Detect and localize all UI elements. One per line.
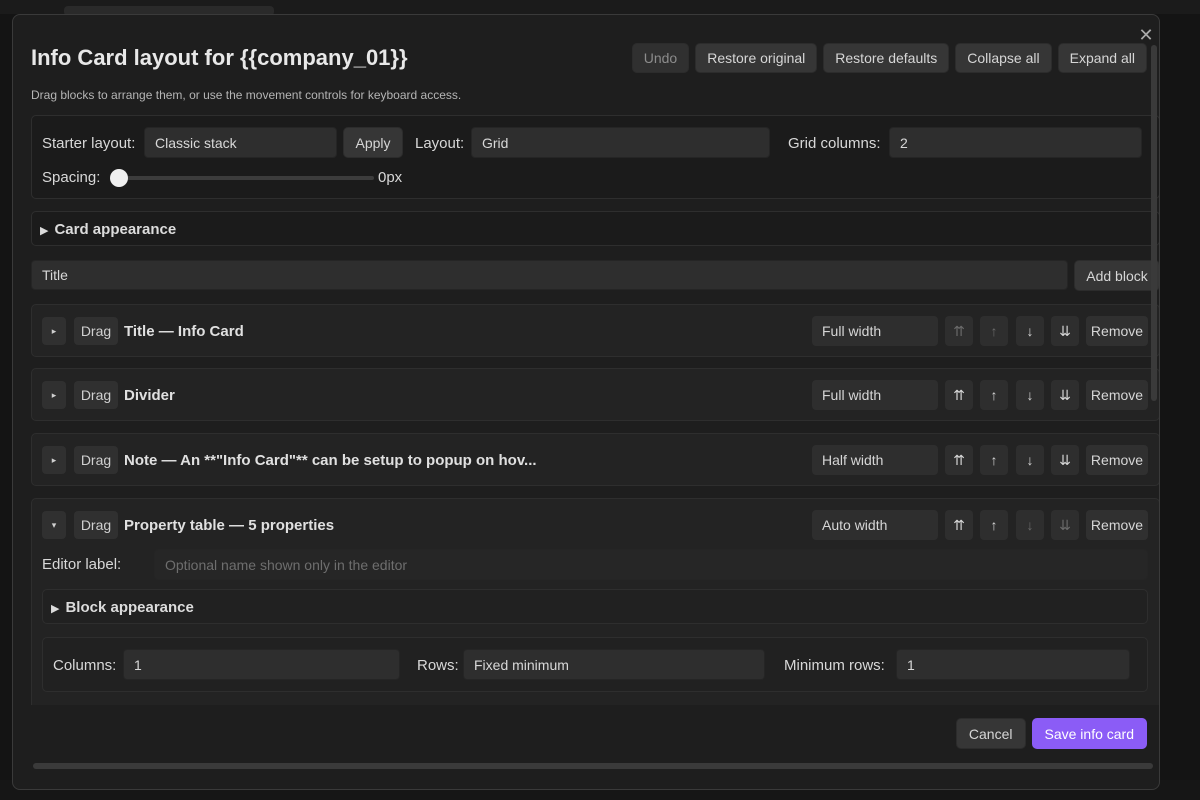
move-to-bottom-icon[interactable]: ⇊ [1051,380,1079,410]
move-up-icon[interactable]: ↑ [980,510,1008,540]
editor-label-label: Editor label: [42,556,122,573]
add-block-button[interactable]: Add block [1074,260,1159,291]
move-up-icon[interactable]: ↑ [980,316,1008,346]
block-card-title[interactable]: ▸ Drag Title — Info Card Full width ⇈ ↑ … [31,304,1159,357]
block-title: Note — An **"Info Card"** can be setup t… [124,452,537,469]
add-block-type-select[interactable]: Title [31,260,1068,290]
modal-description: Drag blocks to arrange them, or use the … [31,88,462,102]
drag-handle[interactable]: Drag [74,446,118,474]
move-to-bottom-icon[interactable]: ⇊ [1051,445,1079,475]
move-to-bottom-icon[interactable]: ⇊ [1051,316,1079,346]
restore-defaults-button[interactable]: Restore defaults [823,43,950,73]
move-down-icon[interactable]: ↓ [1016,380,1044,410]
spacing-value: 0px [378,169,403,186]
layout-select[interactable]: Grid [471,127,770,158]
move-up-icon[interactable]: ↑ [980,380,1008,410]
apply-starter-button[interactable]: Apply [343,127,403,158]
rows-label: Rows: [417,657,459,674]
collapse-all-button[interactable]: Collapse all [955,43,1052,73]
expand-triangle-icon: ▶ [40,225,49,237]
block-appearance-label: Block appearance [65,599,194,616]
modal-title: Info Card layout for {{company_01}} [31,45,408,70]
block-width-select[interactable]: Full width [812,380,938,410]
remove-block-button[interactable]: Remove [1086,380,1148,410]
expand-all-button[interactable]: Expand all [1057,43,1147,73]
header-button-group: Undo Restore original Restore defaults C… [631,43,1147,73]
horizontal-scrollbar[interactable] [33,763,1153,769]
modal-scroll-area[interactable]: Starter layout: Classic stack Apply Layo… [31,115,1159,705]
layout-label: Layout: [415,135,465,152]
move-to-top-icon[interactable]: ⇈ [945,445,973,475]
restore-original-button[interactable]: Restore original [695,43,818,73]
move-down-icon[interactable]: ↓ [1016,445,1044,475]
grid-columns-label: Grid columns: [788,135,881,152]
remove-block-button[interactable]: Remove [1086,316,1148,346]
spacing-label: Spacing: [42,169,101,186]
starter-layout-select[interactable]: Classic stack [144,127,337,158]
cancel-button[interactable]: Cancel [955,718,1026,749]
minimum-rows-input[interactable]: 1 [896,649,1130,680]
drag-handle[interactable]: Drag [74,511,118,539]
expand-triangle-icon: ▶ [51,603,60,615]
grid-columns-input[interactable]: 2 [889,127,1142,158]
block-width-select[interactable]: Half width [812,445,938,475]
block-appearance-toggle[interactable]: ▶ Block appearance [51,599,194,616]
move-to-bottom-icon[interactable]: ⇊ [1051,510,1079,540]
block-title: Divider [124,387,175,404]
move-up-icon[interactable]: ↑ [980,445,1008,475]
close-icon[interactable]: ✕ [1133,25,1159,45]
move-to-top-icon[interactable]: ⇈ [945,316,973,346]
chevron-down-icon[interactable]: ▾ [42,511,66,539]
spacing-slider-thumb[interactable] [110,169,128,187]
block-width-select[interactable]: Full width [812,316,938,346]
remove-block-button[interactable]: Remove [1086,510,1148,540]
table-settings-section: Columns: 1 Rows: Fixed minimum Minimum r… [42,637,1148,692]
block-width-select[interactable]: Auto width [812,510,938,540]
vertical-scrollbar[interactable] [1151,45,1157,401]
footer-button-group: Cancel Save info card [955,718,1147,749]
card-appearance-section[interactable]: ▶ Card appearance [31,211,1159,246]
chevron-right-icon[interactable]: ▸ [42,381,66,409]
block-note[interactable]: ▸ Drag Note — An **"Info Card"** can be … [31,433,1159,486]
block-title: Property table — 5 properties [124,517,335,534]
move-down-icon[interactable]: ↓ [1016,510,1044,540]
drag-handle[interactable]: Drag [74,317,118,345]
chevron-right-icon[interactable]: ▸ [42,317,66,345]
spacing-slider-track[interactable] [119,176,374,180]
move-to-top-icon[interactable]: ⇈ [945,380,973,410]
block-property-table[interactable]: ▾ Drag Property table — 5 properties Aut… [31,498,1159,705]
block-title: Title — Info Card [124,323,244,340]
card-appearance-toggle[interactable]: ▶ Card appearance [40,221,176,238]
undo-button[interactable]: Undo [631,43,690,73]
block-divider[interactable]: ▸ Drag Divider Full width ⇈ ↑ ↓ ⇊ Remove [31,368,1159,421]
remove-block-button[interactable]: Remove [1086,445,1148,475]
move-to-top-icon[interactable]: ⇈ [945,510,973,540]
info-card-layout-modal: ✕ Info Card layout for {{company_01}} Dr… [12,14,1160,790]
chevron-right-icon[interactable]: ▸ [42,446,66,474]
starter-layout-label: Starter layout: [42,135,136,152]
card-appearance-label: Card appearance [54,221,177,238]
editor-label-input[interactable]: Optional name shown only in the editor [154,549,1148,580]
move-down-icon[interactable]: ↓ [1016,316,1044,346]
drag-handle[interactable]: Drag [74,381,118,409]
save-info-card-button[interactable]: Save info card [1031,718,1147,749]
columns-input[interactable]: 1 [123,649,400,680]
minimum-rows-label: Minimum rows: [784,657,885,674]
columns-label: Columns: [53,657,117,674]
block-appearance-section[interactable]: ▶ Block appearance [42,589,1148,624]
layout-settings-section: Starter layout: Classic stack Apply Layo… [31,115,1159,199]
rows-select[interactable]: Fixed minimum [463,649,765,680]
